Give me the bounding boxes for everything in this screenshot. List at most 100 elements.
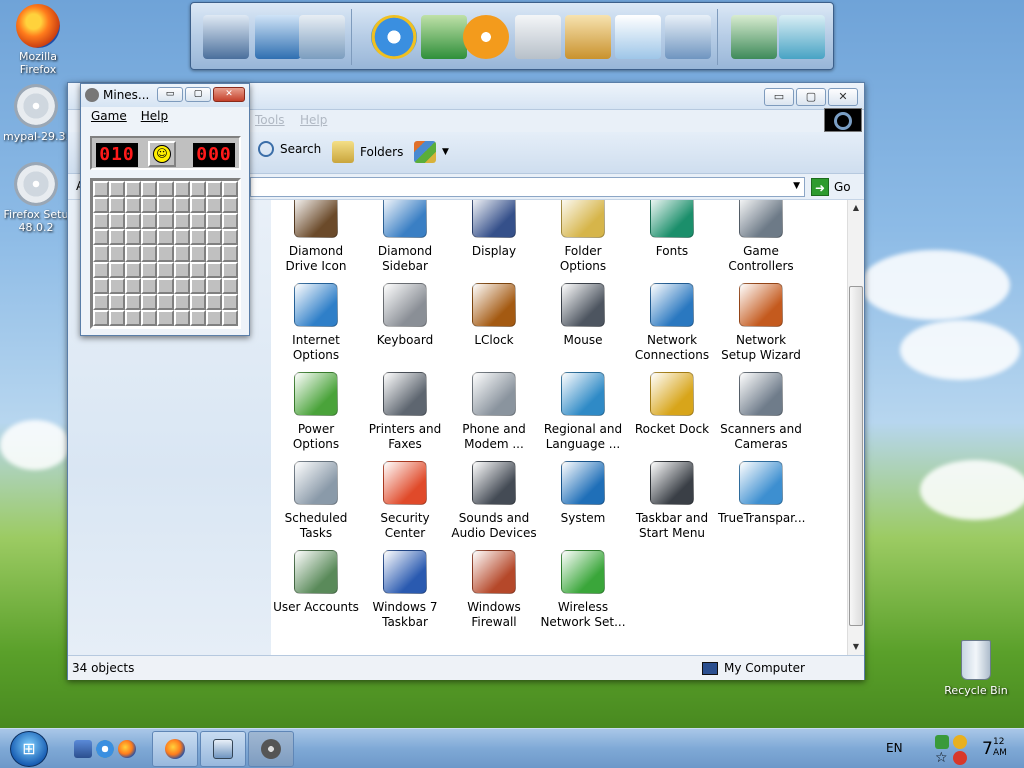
mine-cell[interactable] [141,229,158,246]
mine-cell[interactable] [109,293,126,310]
mine-cell[interactable] [109,181,126,198]
control-panel-item[interactable]: Keyboard [362,283,448,348]
mine-cell[interactable] [141,277,158,294]
firefox-icon[interactable] [118,740,136,758]
security-tray-icon[interactable] [953,735,967,749]
star-tray-icon[interactable]: ☆ [935,751,949,765]
mine-cell[interactable] [109,213,126,230]
mine-cell[interactable] [205,229,222,246]
mine-cell[interactable] [93,229,110,246]
mine-cell[interactable] [93,309,110,326]
mine-cell[interactable] [141,213,158,230]
mine-cell[interactable] [221,229,238,246]
mine-cell[interactable] [205,277,222,294]
control-panel-item[interactable]: Phone and Modem ... [451,372,537,452]
control-panel-item[interactable]: TrueTranspar... [718,461,805,526]
control-panel-item[interactable]: Display [451,200,537,259]
control-panel-item[interactable]: Mouse [540,283,626,348]
taskbar-item-control-panel[interactable] [200,731,246,767]
mine-cell[interactable] [93,277,110,294]
mine-cell[interactable] [221,293,238,310]
menu-game[interactable]: Game [91,109,127,123]
mine-cell[interactable] [125,245,142,262]
mine-cell[interactable] [221,277,238,294]
maximize-button[interactable]: ▢ [185,87,211,102]
mine-cell[interactable] [109,197,126,214]
mine-cell[interactable] [205,245,222,262]
control-panel-item[interactable]: Diamond Sidebar [362,200,448,274]
desktop-icon-mypal[interactable]: mypal-29.3. [0,84,72,143]
desktop-icon-firefox-setup[interactable]: Firefox Setu 48.0.2 [0,162,72,234]
mine-cell[interactable] [205,309,222,326]
mine-cell[interactable] [125,229,142,246]
mine-cell[interactable] [125,293,142,310]
mine-cell[interactable] [189,293,206,310]
search-button[interactable]: Search [258,141,321,157]
mine-cell[interactable] [189,213,206,230]
control-panel-item[interactable]: Fonts [629,200,715,259]
mine-cell[interactable] [157,181,174,198]
desktop-icon-firefox[interactable]: Mozilla Firefox [2,4,74,76]
recycle-dock-icon[interactable] [779,15,825,59]
close-button[interactable]: ✕ [828,88,858,106]
internet-explorer-dock-icon[interactable] [371,15,417,59]
mine-cell[interactable] [173,181,190,198]
mine-cell[interactable] [93,293,110,310]
desktop-icon-recycle-bin[interactable]: Recycle Bin [940,640,1012,697]
paint-dock-icon[interactable] [565,15,611,59]
chevron-down-icon[interactable]: ▼ [793,181,800,191]
mine-cell[interactable] [141,309,158,326]
mine-cell[interactable] [141,197,158,214]
scroll-up-arrow-icon[interactable]: ▲ [848,200,864,216]
vertical-scrollbar[interactable]: ▲ ▼ [847,200,864,655]
mine-cell[interactable] [173,229,190,246]
taskbar-item-minesweeper[interactable] [248,731,294,767]
control-panel-item[interactable]: Scheduled Tasks [273,461,359,541]
mine-cell[interactable] [141,293,158,310]
mine-cell[interactable] [157,245,174,262]
mine-cell[interactable] [189,277,206,294]
mine-cell[interactable] [125,309,142,326]
mine-cell[interactable] [109,245,126,262]
control-panel-item[interactable]: Network Setup Wizard [718,283,804,363]
mine-cell[interactable] [189,229,206,246]
mine-cell[interactable] [189,309,206,326]
calculator-dock-icon[interactable] [515,15,561,59]
notepad-dock-icon[interactable] [615,15,661,59]
control-panel-item[interactable]: User Accounts [273,550,359,615]
mine-cell[interactable] [205,197,222,214]
mine-cell[interactable] [189,261,206,278]
control-panel-item[interactable]: System [540,461,626,526]
documents-dock-icon[interactable] [299,15,345,59]
control-panel-item[interactable]: Printers and Faxes [362,372,448,452]
control-panel-item[interactable]: Game Controllers [718,200,804,274]
my-computer-dock-icon[interactable] [203,15,249,59]
mine-cell[interactable] [93,245,110,262]
mine-cell[interactable] [125,181,142,198]
menu-help[interactable]: Help [300,113,327,127]
control-panel-item[interactable]: Sounds and Audio Devices [451,461,537,541]
mine-cell[interactable] [109,309,126,326]
mine-cell[interactable] [173,309,190,326]
mine-cell[interactable] [157,213,174,230]
control-panel-item[interactable]: Security Center [362,461,448,541]
tools-dock-icon[interactable] [731,15,777,59]
mine-cell[interactable] [173,213,190,230]
media-player-dock-icon[interactable] [463,15,509,59]
mine-cell[interactable] [189,197,206,214]
control-panel-item[interactable]: Power Options [273,372,359,452]
mine-cell[interactable] [141,245,158,262]
mine-cell[interactable] [221,197,238,214]
internet-explorer-icon[interactable] [96,740,114,758]
new-game-button[interactable]: ☺ [148,141,176,167]
mine-cell[interactable] [205,181,222,198]
language-indicator[interactable]: EN [886,741,903,755]
control-panel-item[interactable]: Windows Firewall [451,550,537,630]
mine-cell[interactable] [157,229,174,246]
mine-cell[interactable] [189,245,206,262]
mine-cell[interactable] [173,197,190,214]
control-panel-item[interactable]: Taskbar and Start Menu [629,461,715,541]
mine-cell[interactable] [221,213,238,230]
mine-cell[interactable] [157,277,174,294]
mine-cell[interactable] [157,293,174,310]
